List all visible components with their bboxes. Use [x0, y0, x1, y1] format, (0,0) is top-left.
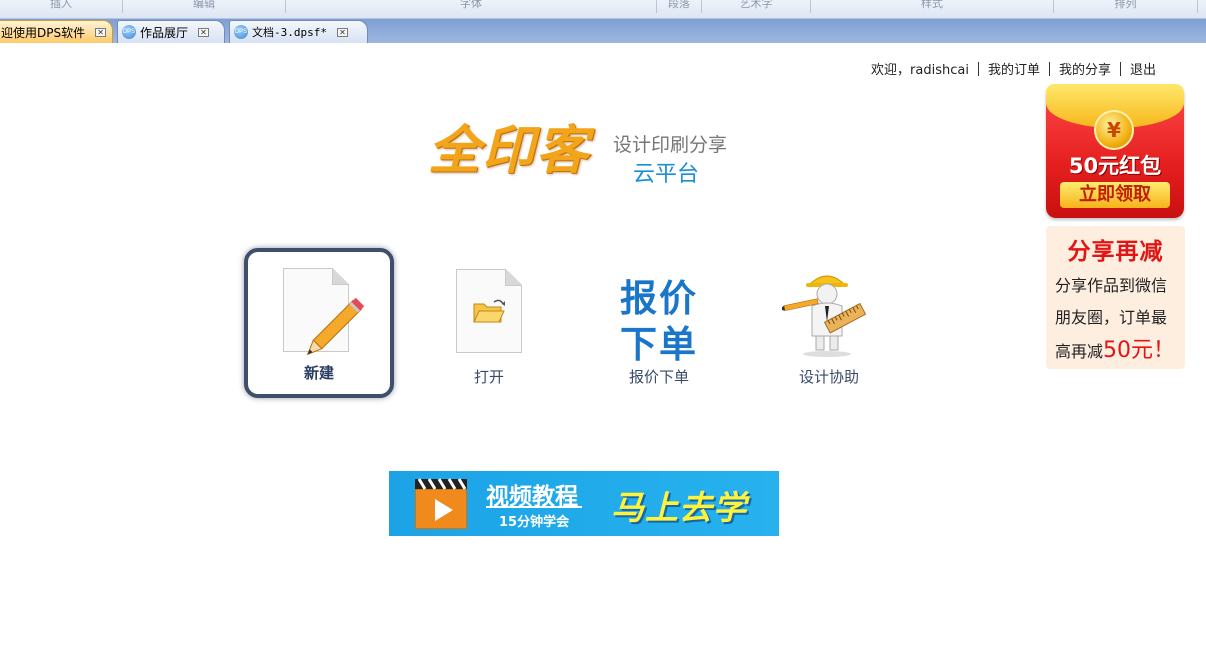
red-packet-amount: 50元红包: [1068, 154, 1162, 178]
divider: [486, 506, 582, 508]
designer-figure-icon: [782, 275, 867, 357]
my-orders-link[interactable]: 我的订单: [988, 59, 1040, 78]
welcome-text: 欢迎，radishcai: [871, 63, 969, 78]
dps-icon: DPS: [122, 25, 136, 39]
new-document-button[interactable]: 新建: [244, 248, 394, 398]
share-promo-text: 朋友圈，订单最: [1055, 308, 1168, 327]
share-promo-text: 高再减50元！: [1055, 332, 1175, 364]
share-promo-discount: 50元！: [1103, 338, 1176, 363]
ribbon-group-font: 字体: [286, 0, 657, 13]
video-tutorial-banner[interactable]: 视频教程 15分钟学会 马上去学: [389, 471, 779, 536]
open-document-button[interactable]: 打开: [414, 252, 564, 402]
learn-now-text: 马上去学: [611, 488, 747, 527]
ribbon-group-labels: 插入 编辑 字体 段落 艺术字 样式 排列: [0, 0, 1206, 19]
divider: [1048, 61, 1050, 76]
yuan-coin-icon: ¥: [1094, 110, 1134, 150]
video-play-icon: [415, 478, 467, 529]
tab-label: 迎使用DPS软件: [1, 25, 86, 40]
ribbon-group-style: 样式: [811, 0, 1054, 13]
dps-icon: DPS: [234, 25, 248, 39]
ribbon-group-edit: 编辑: [123, 0, 286, 13]
design-assist-label: 设计协助: [798, 368, 859, 386]
share-promo-text: 分享作品到微信: [1055, 276, 1168, 295]
tab-welcome[interactable]: 迎使用DPS软件 ✕: [0, 20, 113, 43]
document-tab-bar: 迎使用DPS软件 ✕ DPS 作品展厅 ✕ DPS 文档-3.dpsf* ✕: [0, 19, 1206, 43]
share-promo-text-prefix: 高再减: [1055, 342, 1104, 361]
quote-order-label: 报价下单: [628, 368, 689, 386]
close-tab-icon[interactable]: ✕: [198, 27, 210, 37]
logout-link[interactable]: 退出: [1130, 59, 1156, 78]
tab-gallery[interactable]: DPS 作品展厅 ✕: [117, 20, 225, 43]
close-tab-icon[interactable]: ✕: [95, 27, 107, 37]
tab-label: 文档-3.dpsf*: [252, 26, 327, 39]
ribbon-group-wordart: 艺术字: [702, 0, 811, 13]
share-discount-promo[interactable]: 分享再减 分享作品到微信 朋友圈，订单最 高再减50元！: [1046, 226, 1185, 369]
close-tab-icon[interactable]: ✕: [336, 27, 348, 37]
quote-order-icon: 报价 下单: [584, 276, 734, 368]
quote-icon-line: 报价: [620, 277, 698, 320]
quote-icon-line: 下单: [620, 323, 698, 366]
tab-label: 作品展厅: [140, 25, 189, 40]
design-assist-button[interactable]: 设计协助: [754, 252, 904, 402]
brand-tagline-cloud: 云平台: [633, 162, 700, 187]
quote-order-button[interactable]: 报价 下单 报价下单: [584, 252, 734, 402]
pencil-icon: [306, 297, 365, 356]
folder-icon: [473, 299, 505, 323]
brand-tagline: 设计印刷分享: [613, 134, 728, 156]
divider: [1119, 61, 1121, 76]
share-promo-heading: 分享再减: [1067, 239, 1164, 265]
tab-document[interactable]: DPS 文档-3.dpsf* ✕: [229, 20, 368, 43]
ribbon-group-paragraph: 段落: [657, 0, 702, 13]
brand-logo: 全印客 设计印刷分享 云平台: [428, 118, 738, 190]
red-packet-promo[interactable]: ¥ 50元红包 立即领取: [1046, 84, 1184, 220]
ribbon-group-insert: 插入: [0, 0, 123, 13]
ribbon-group-arrange: 排列: [1054, 0, 1198, 13]
user-links: 欢迎，radishcai 我的订单 我的分享 退出: [871, 59, 1156, 78]
brand-name: 全印客: [428, 120, 591, 181]
open-label: 打开: [473, 368, 504, 386]
my-shares-link[interactable]: 我的分享: [1059, 59, 1111, 78]
new-label: 新建: [303, 364, 334, 382]
claim-now-button[interactable]: 立即领取: [1060, 182, 1170, 208]
video-subtitle: 15分钟学会: [499, 515, 570, 530]
divider: [977, 61, 979, 76]
